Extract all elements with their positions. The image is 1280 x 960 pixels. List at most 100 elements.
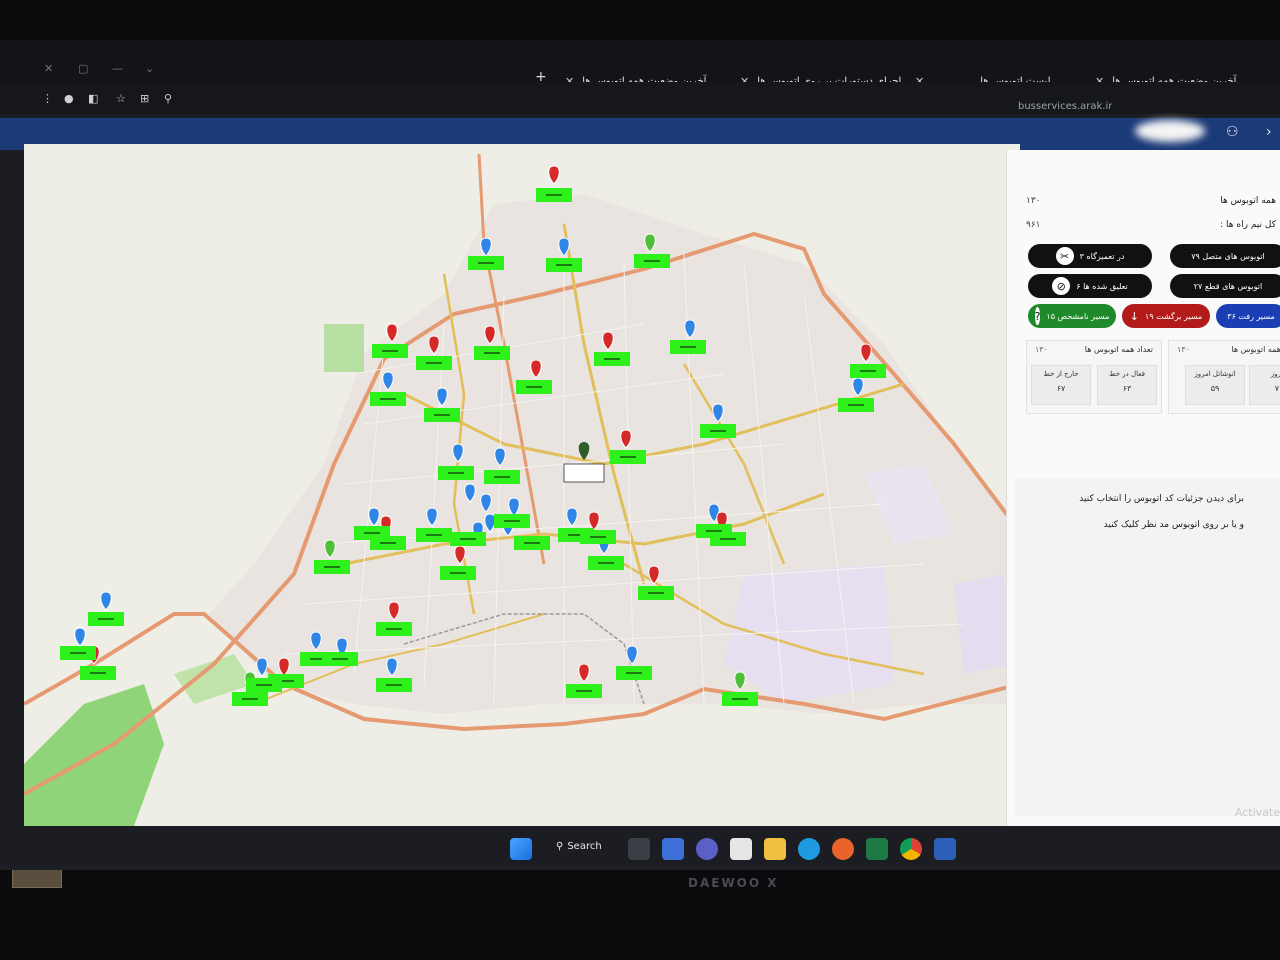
screen: ✕ ▢ — ⌄ آخرین وضعیت همه اتوبوس ها ✕ لیست… (0, 40, 1280, 870)
suspended-button[interactable]: تعلیق شده ها ۶ ⊘ (1028, 274, 1152, 298)
chat-icon[interactable] (696, 838, 718, 860)
unknown-route-button[interactable]: مسیر نامشخص ۱۵ ? (1028, 304, 1116, 328)
bus-code-text (382, 350, 398, 352)
widgets-icon[interactable] (662, 838, 684, 860)
bus-code-text (364, 532, 380, 534)
bus-code-text (484, 352, 500, 354)
cell-value: ۷۱ (1274, 384, 1280, 393)
return-route-button[interactable]: مسیر برگشت ۱۹ ↓ (1122, 304, 1210, 328)
autoshuttle-today-cell: اتوشاتل امروز ۵۹ (1185, 365, 1245, 405)
task-view-icon[interactable] (628, 838, 650, 860)
pill-label: در تعمیرگاه ۳ (1079, 251, 1125, 261)
bus-code-text (380, 542, 396, 544)
bus-code-text (434, 414, 450, 416)
bus-code-text (426, 362, 442, 364)
today-cell: امروز ۷۱ (1249, 365, 1280, 405)
search-label: Search (567, 841, 602, 852)
bus-code-text (242, 698, 258, 700)
taskbar-search[interactable]: ⚲ Search (556, 841, 602, 852)
sidebar-icon[interactable]: ◧ (88, 92, 98, 105)
cell-label: اتوشاتل امروز (1194, 370, 1236, 378)
excel-icon[interactable] (866, 838, 888, 860)
bus-code-text (386, 628, 402, 630)
word-icon[interactable] (934, 838, 956, 860)
bus-code-text (648, 592, 664, 594)
bus-code-text (450, 572, 466, 574)
arrow-down-icon: ↓ (1129, 309, 1139, 323)
bus-code-text (626, 672, 642, 674)
cell-value: ۵۹ (1210, 384, 1220, 393)
bus-code-text (98, 618, 114, 620)
bus-code-text (598, 562, 614, 564)
half-routes-value: ۹۶۱ (1026, 220, 1041, 230)
bus-code-text (426, 534, 442, 536)
profile-icon[interactable]: ● (64, 92, 74, 105)
monitor-brand: DAEWOO X (688, 876, 779, 890)
in-repair-button[interactable]: در تعمیرگاه ۳ ✂ (1028, 244, 1152, 268)
bus-map[interactable]: › (24, 144, 1020, 826)
bus-code-text (460, 538, 476, 540)
bus-code-text (644, 260, 660, 262)
all-buses-row: همه اتوبوس ها ۱۳۰ (1026, 196, 1276, 206)
bus-code-text (70, 652, 86, 654)
pill-label: مسیر رفت ۳۶ (1227, 311, 1275, 321)
bus-code-text (386, 684, 402, 686)
app-logo (1135, 120, 1205, 142)
connected-buses-button[interactable]: اتوبوس های متصل ۷۹ (1170, 244, 1280, 268)
user-icon[interactable]: ⚇ (1226, 124, 1239, 140)
favorite-star-icon[interactable]: ☆ (116, 92, 126, 105)
active-in-line-cell: فعال در خط ۶۳ (1097, 365, 1157, 405)
tab-list-icon[interactable]: ⌄ (145, 62, 154, 75)
minimize-window-icon[interactable]: — (112, 62, 123, 75)
firefox-icon[interactable] (832, 838, 854, 860)
all-buses-label: همه اتوبوس ها (1220, 196, 1276, 206)
bus-code-text (620, 456, 636, 458)
bus-code-text (848, 404, 864, 406)
bus-code-text (680, 346, 696, 348)
half-routes-row: کل نیم راه ها : ۹۶۱ (1026, 220, 1276, 230)
bus-code-text (706, 530, 722, 532)
chrome-icon[interactable] (900, 838, 922, 860)
bus-code-text (504, 520, 520, 522)
disconnected-buses-button[interactable]: اتوبوس های قطع ۲۷ (1170, 274, 1280, 298)
cell-label: فعال در خط (1109, 370, 1145, 378)
card-title: تعداد همه اتوبوس ها (1084, 345, 1153, 354)
bus-code-text (590, 536, 606, 538)
bus-code-text (524, 542, 540, 544)
cell-label: خارج از خط (1043, 370, 1079, 378)
bus-code-text (546, 194, 562, 196)
suspended-icon: ⊘ (1052, 277, 1071, 295)
start-icon[interactable] (510, 838, 532, 860)
cell-value: ۶۳ (1122, 384, 1132, 393)
pill-label: مسیر برگشت ۱۹ (1144, 311, 1203, 321)
menu-dots-icon[interactable]: ⋮ (42, 92, 53, 105)
restore-window-icon[interactable]: ▢ (78, 62, 88, 75)
bus-code-text (710, 430, 726, 432)
search-icon: ⚲ (556, 841, 564, 852)
all-buses-card: همه اتوبوس ها ۱۳۰ امروز ۷۱ اتوشاتل امروز… (1168, 340, 1280, 414)
store-icon[interactable] (730, 838, 752, 860)
file-explorer-icon[interactable] (764, 838, 786, 860)
close-window-icon[interactable]: ✕ (44, 62, 53, 75)
card-title: همه اتوبوس ها (1231, 345, 1280, 354)
cell-label: امروز (1270, 370, 1280, 378)
address-bar[interactable]: busservices.arak.ir (1018, 101, 1112, 112)
zoom-icon[interactable]: ⚲ (164, 92, 172, 105)
tools-icon: ✂ (1055, 247, 1074, 265)
question-icon: ? (1034, 307, 1041, 325)
bus-code-text (324, 566, 340, 568)
pill-label: اتوبوس های قطع ۲۷ (1193, 281, 1263, 291)
selected-bus-popup[interactable] (563, 463, 605, 483)
reader-icon[interactable]: ⊞ (140, 92, 149, 105)
pill-label: مسیر نامشخص ۱۵ (1046, 311, 1110, 321)
bus-code-text (732, 698, 748, 700)
pill-label: تعلیق شده ها ۶ (1076, 281, 1128, 291)
map-canvas[interactable] (24, 144, 1020, 826)
bus-code-text (494, 476, 510, 478)
edge-icon[interactable] (798, 838, 820, 860)
bus-code-text (332, 658, 348, 660)
outbound-route-button[interactable]: مسیر رفت ۳۶ (1216, 304, 1280, 328)
bus-code-text (478, 262, 494, 264)
chevron-right-icon[interactable]: › (1266, 124, 1272, 140)
bus-code-text (90, 672, 106, 674)
